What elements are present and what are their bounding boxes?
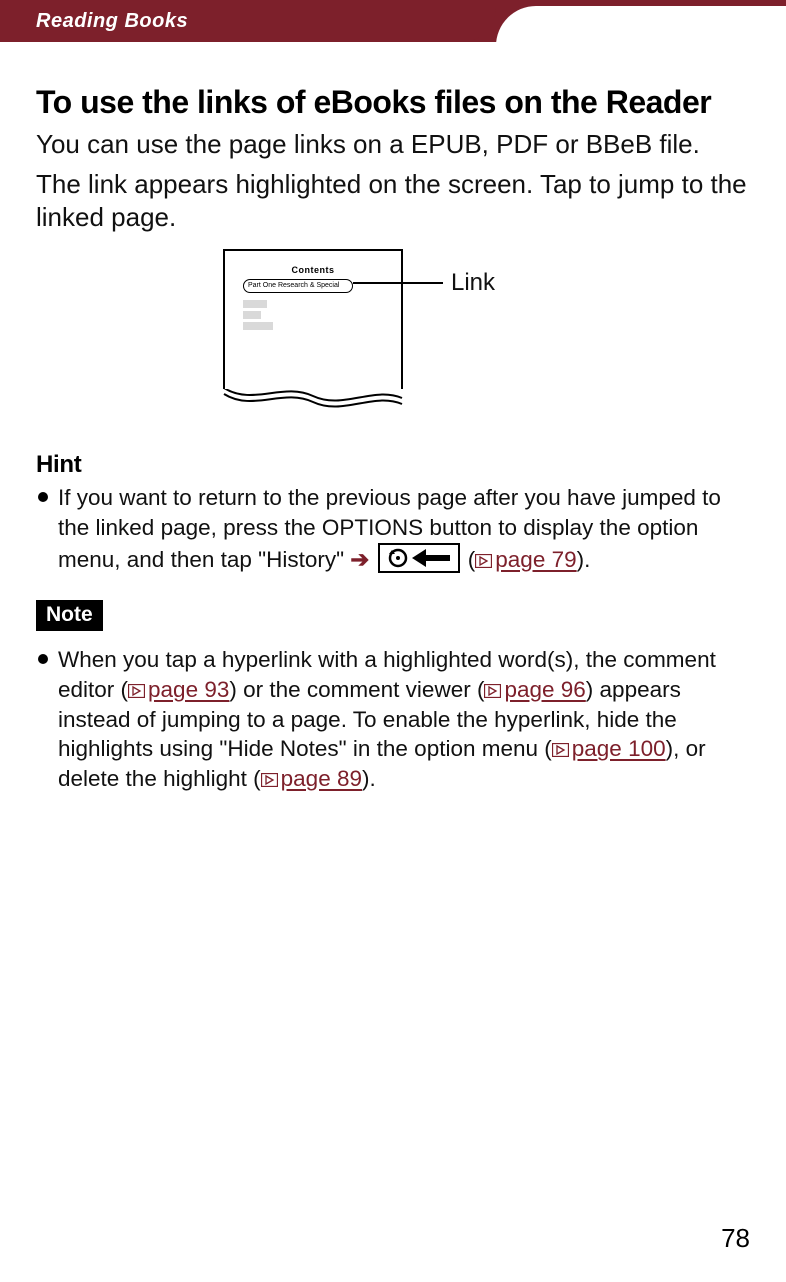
page-ref-icon [484,684,501,698]
header-notch [496,6,636,42]
page-link-93[interactable]: page 93 [148,677,229,702]
page-link-100[interactable]: page 100 [572,736,666,761]
reader-screen: Contents Part One Research & Special [223,249,403,389]
callout-label: Link [451,269,495,297]
arrow-right-icon: ➔ [350,547,369,572]
header-bar: Reading Books [0,0,786,42]
note-item: When you tap a hyperlink with a highligh… [36,645,750,793]
callout-leader-line [353,282,443,284]
page-link-96[interactable]: page 96 [504,677,585,702]
page-ref-icon [552,743,569,757]
hint-heading: Hint [36,451,750,479]
intro-paragraph-1: You can use the page links on a EPUB, PD… [36,128,750,162]
page-number: 78 [721,1223,750,1254]
intro-paragraph-2: The link appears highlighted on the scre… [36,168,750,236]
page-link-79[interactable]: page 79 [495,547,576,572]
page-ref-icon [261,773,278,787]
page-ref-icon [128,684,145,698]
reader-doc-title: Contents [243,265,383,275]
page-ref-icon [475,554,492,568]
header-top-strip [636,0,786,6]
page-title: To use the links of eBooks files on the … [36,84,750,122]
hint-item: If you want to return to the previous pa… [36,483,750,574]
page-link-89[interactable]: page 89 [281,766,362,791]
header-notch-fill [636,6,786,42]
note-t5: ). [362,766,376,791]
link-diagram: Contents Part One Research & Special Lin… [223,249,563,411]
reader-link-chip: Part One Research & Special [243,279,353,293]
note-t2: ) or the comment viewer ( [229,677,484,702]
reader-bottom-curve [223,389,403,411]
hint-text-open: ( [468,547,476,572]
note-badge: Note [36,600,103,631]
hint-text-close: ). [577,547,591,572]
history-back-icon [378,543,460,573]
